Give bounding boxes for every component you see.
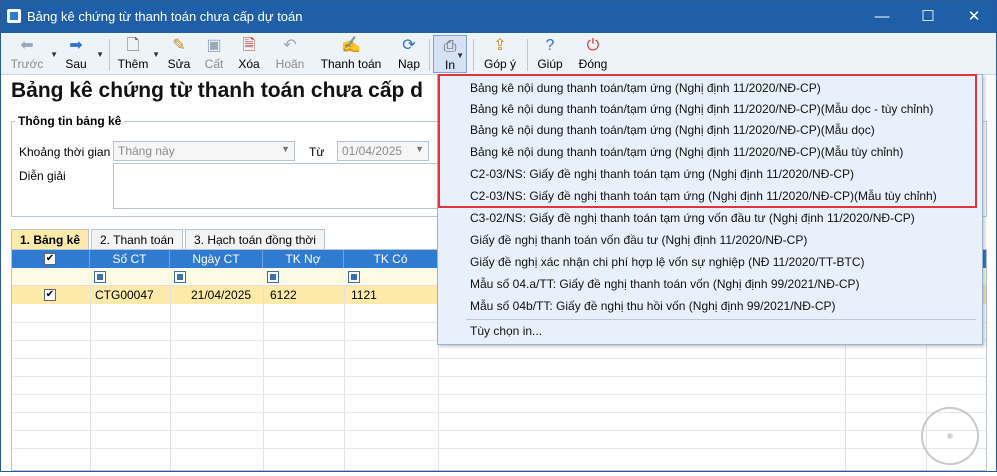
minimize-button[interactable]: —: [859, 1, 905, 33]
row-checkbox[interactable]: ✔: [44, 289, 56, 301]
tab-bang-ke[interactable]: 1. Bảng kê: [11, 229, 89, 249]
page-title: Bảng kê chứng từ thanh toán chưa cấp d: [11, 79, 423, 102]
power-icon: ⏻: [586, 37, 600, 54]
cell-tk-co: 1121: [351, 288, 377, 302]
app-icon: [7, 9, 21, 23]
toolbar-separator: [109, 39, 110, 71]
print-menu-item[interactable]: C3-02/NS: Giấy đề nghị thanh toán tạm ứn…: [470, 208, 915, 229]
col-so-ct[interactable]: Số CT: [90, 250, 170, 268]
refresh-icon: ⟳: [402, 37, 416, 54]
new-document-icon: 🗋: [126, 37, 140, 54]
feedback-icon: ⇪: [493, 37, 507, 54]
help-icon: ?: [545, 37, 555, 54]
arrow-right-icon: ➡: [69, 37, 83, 54]
print-menu-item[interactable]: Giấy đề nghị xác nhận chi phí hợp lệ vốn…: [470, 252, 865, 273]
add-button[interactable]: 🗋 Thêm ▼: [115, 35, 160, 73]
print-menu-item[interactable]: Giấy đề nghị thanh toán vốn đầu tư (Nghị…: [470, 230, 807, 251]
reload-button[interactable]: ⟳ Nạp: [391, 35, 427, 73]
col-tk-co[interactable]: TK Có: [344, 250, 438, 268]
cell-tk-no: 6122: [270, 288, 297, 302]
main-window: Bảng kê chứng từ thanh toán chưa cấp dự …: [0, 0, 997, 476]
tab-hach-toan[interactable]: 3. Hạch toán đồng thời: [185, 229, 325, 249]
print-menu-item[interactable]: Mẫu số 04b/TT: Giấy đề nghị thu hồi vốn …: [470, 296, 836, 317]
toolbar-separator: [429, 39, 430, 71]
period-select[interactable]: Tháng này ▼: [113, 141, 295, 161]
grid-line: [12, 394, 986, 395]
toolbar-separator: [473, 39, 474, 71]
period-label: Khoảng thời gian: [19, 145, 111, 159]
close-window-button[interactable]: ✕: [951, 1, 997, 33]
tab-thanh-toan[interactable]: 2. Thanh toán: [91, 229, 183, 249]
highlight-box: [438, 74, 977, 208]
chevron-down-icon: ▼: [415, 144, 424, 154]
title-bar: Bảng kê chứng từ thanh toán chưa cấp dự …: [1, 1, 996, 33]
chevron-down-icon[interactable]: ▼: [96, 50, 104, 59]
prev-button[interactable]: ⬅ Trước ▼: [5, 35, 58, 73]
from-label: Từ: [309, 145, 325, 159]
info-group-legend: Thông tin bảng kê: [15, 114, 125, 128]
filter-icon[interactable]: [267, 271, 279, 283]
grid-line: [344, 286, 345, 470]
help-button[interactable]: ? Giúp: [533, 35, 567, 73]
grid-line: [170, 286, 171, 470]
pen-icon: ✍: [341, 37, 361, 54]
print-button[interactable]: ⎙ In ▼: [433, 35, 467, 73]
edit-button[interactable]: ✎ Sửa: [165, 35, 193, 73]
maximize-button[interactable]: ☐: [905, 1, 951, 33]
menu-separator: [466, 319, 976, 320]
chevron-down-icon[interactable]: ▼: [456, 51, 464, 60]
col-ngay-ct[interactable]: Ngày CT: [170, 250, 263, 268]
filter-icon[interactable]: [174, 271, 186, 283]
select-all-cell: ✔: [12, 250, 90, 268]
next-button[interactable]: ➡ Sau ▼: [57, 35, 104, 73]
delete-button[interactable]: 🗎 Xóa: [233, 35, 265, 73]
print-options-item[interactable]: Tùy chọn in...: [470, 321, 542, 342]
select-all-checkbox[interactable]: ✔: [44, 253, 56, 265]
grid-line: [263, 286, 264, 470]
grid-line: [90, 286, 91, 470]
print-menu-item[interactable]: Mẫu số 04.a/TT: Giấy đề nghị thanh toán …: [470, 274, 860, 295]
col-tk-no[interactable]: TK Nợ: [263, 250, 344, 268]
arrow-left-icon: ⬅: [20, 37, 34, 54]
grid-line: [12, 448, 986, 449]
undo-icon: ↶: [283, 37, 297, 54]
cell-ngay-ct: 21/04/2025: [191, 288, 252, 302]
from-date-field[interactable]: 01/04/2025 ▼: [337, 141, 429, 161]
filter-icon[interactable]: [348, 271, 360, 283]
grid-line: [12, 430, 986, 431]
save-icon: ▣: [206, 37, 222, 54]
filter-icon[interactable]: [94, 271, 106, 283]
undo-button[interactable]: ↶ Hoãn: [271, 35, 309, 73]
pay-button[interactable]: ✍ Thanh toán: [317, 35, 385, 73]
chevron-down-icon: ▼: [281, 144, 290, 154]
window-title: Bảng kê chứng từ thanh toán chưa cấp dự …: [27, 9, 303, 24]
toolbar: ⬅ Trước ▼ ➡ Sau ▼ 🗋 Thêm ▼ ✎ Sửa ▣ Cất 🗎…: [1, 33, 996, 75]
feedback-button[interactable]: ⇪ Góp ý: [479, 35, 521, 73]
cell-so-ct: CTG00047: [95, 288, 154, 302]
edit-icon: ✎: [172, 37, 186, 54]
grid-line: [12, 376, 986, 377]
chevron-down-icon[interactable]: ▼: [152, 50, 160, 59]
grid-line: [12, 358, 986, 359]
delete-icon: 🗎: [242, 37, 256, 54]
grid-line: [12, 412, 986, 413]
close-form-button[interactable]: ⏻ Đóng: [575, 35, 611, 73]
toolbar-separator: [527, 39, 528, 71]
description-label: Diễn giải: [19, 169, 66, 183]
save-button[interactable]: ▣ Cất: [199, 35, 229, 73]
